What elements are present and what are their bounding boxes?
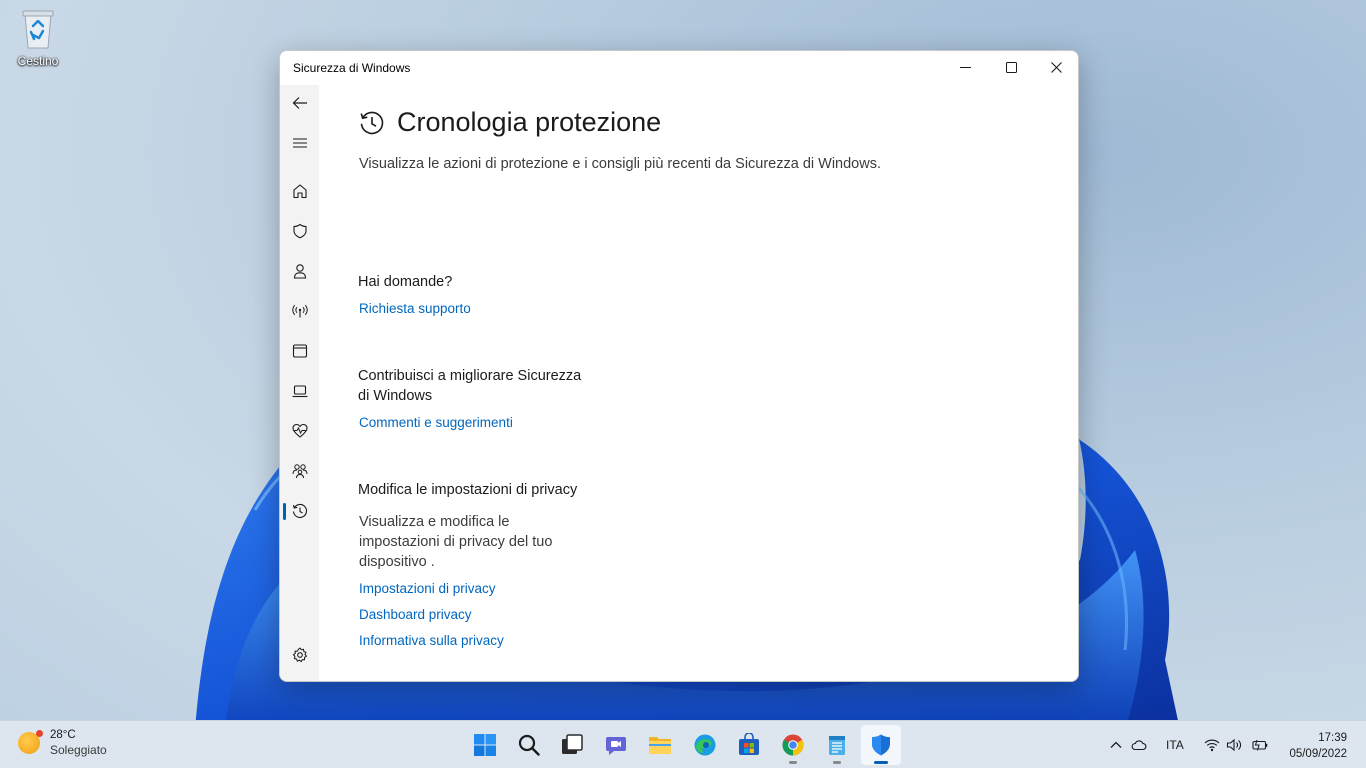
recycle-bin-icon: [19, 8, 57, 50]
teams-chat-button[interactable]: [596, 725, 636, 765]
questions-section-title: Hai domande?: [358, 274, 453, 290]
gear-icon: [292, 647, 307, 663]
running-indicator: [789, 761, 797, 764]
edge-icon: [694, 734, 716, 756]
start-button[interactable]: [465, 725, 505, 765]
main-content: Cronologia protezione Visualizza le azio…: [319, 85, 1078, 681]
nav-item-device-security[interactable]: [280, 375, 319, 407]
contribute-section-title: Contribuisci a migliorare Sicurezza di W…: [358, 368, 582, 404]
window-title: Sicurezza di Windows: [293, 61, 411, 75]
navigation-sidebar: [280, 85, 319, 681]
input-language-indicator[interactable]: ITA: [1166, 721, 1184, 768]
shield-icon: [292, 223, 307, 239]
running-indicator: [833, 761, 841, 764]
running-indicator: [874, 761, 888, 764]
maximize-icon: [1005, 61, 1017, 73]
nav-item-family-options[interactable]: [280, 455, 319, 487]
nav-item-firewall[interactable]: [280, 295, 319, 327]
store-icon: [739, 733, 759, 755]
onedrive-tray-button[interactable]: [1131, 721, 1147, 768]
notepad-icon: [829, 736, 845, 755]
minimize-button[interactable]: [942, 51, 988, 83]
home-icon: [292, 184, 307, 199]
chrome-icon: [782, 734, 804, 756]
feedback-link[interactable]: Commenti e suggerimenti: [359, 415, 513, 430]
minimize-icon: [959, 66, 971, 68]
teams-chat-icon: [606, 737, 626, 755]
volume-button[interactable]: [1226, 721, 1242, 768]
page-title: Cronologia protezione: [397, 107, 662, 137]
weather-widget[interactable]: 28°C Soleggiato: [18, 729, 107, 757]
nav-item-virus-protection[interactable]: [280, 215, 319, 247]
weather-temperature: 28°C: [50, 729, 76, 741]
close-button[interactable]: [1033, 51, 1078, 83]
edge-button[interactable]: [685, 725, 725, 765]
search-button[interactable]: [509, 725, 549, 765]
heart-pulse-icon: [291, 423, 308, 438]
network-button[interactable]: [1204, 721, 1220, 768]
history-icon: [292, 503, 307, 518]
taskbar: 28°C Soleggiato ITA 17:39 05/09/2022: [0, 720, 1366, 768]
task-view-icon: [562, 734, 583, 754]
family-icon: [292, 464, 307, 479]
person-icon: [293, 264, 306, 279]
privacy-statement-link[interactable]: Informativa sulla privacy: [359, 633, 504, 648]
support-request-link[interactable]: Richiesta supporto: [359, 301, 471, 316]
battery-button[interactable]: [1252, 721, 1268, 768]
clock[interactable]: 17:39 05/09/2022: [1289, 730, 1347, 762]
battery-charging-icon: [1252, 739, 1268, 751]
page-description: Visualizza le azioni di protezione e i c…: [359, 156, 881, 172]
search-icon: [518, 734, 540, 756]
clock-time: 17:39: [1318, 732, 1347, 744]
language-label: ITA: [1166, 738, 1184, 752]
windows-security-window: Sicurezza di Windows Cronologia protezio…: [279, 50, 1079, 682]
privacy-dashboard-link[interactable]: Dashboard privacy: [359, 607, 472, 622]
maximize-button[interactable]: [988, 51, 1034, 83]
microsoft-store-button[interactable]: [729, 725, 769, 765]
weather-condition: Soleggiato: [50, 743, 107, 757]
windows-security-icon: [872, 734, 890, 756]
privacy-settings-link[interactable]: Impostazioni di privacy: [359, 581, 496, 596]
notepad-button[interactable]: [817, 725, 857, 765]
chevron-up-icon: [1110, 741, 1122, 748]
page-header: Cronologia protezione: [359, 107, 661, 138]
nav-item-protection-history[interactable]: [280, 495, 319, 527]
chrome-button[interactable]: [773, 725, 813, 765]
show-hidden-icons-button[interactable]: [1108, 721, 1124, 768]
nav-item-account-protection[interactable]: [280, 255, 319, 287]
privacy-section-text: Visualizza e modifica le impostazioni di…: [359, 514, 553, 570]
nav-item-home[interactable]: [280, 175, 319, 207]
antenna-icon: [291, 304, 308, 318]
hamburger-icon: [292, 138, 307, 148]
start-icon: [474, 734, 496, 756]
privacy-section-title: Modifica le impostazioni di privacy: [358, 482, 578, 498]
recycle-bin-label: Cestino: [17, 54, 59, 68]
history-icon: [360, 111, 384, 134]
clock-date: 05/09/2022: [1289, 748, 1347, 760]
wifi-icon: [1204, 739, 1220, 752]
file-explorer-icon: [649, 737, 671, 754]
close-icon: [1050, 61, 1062, 73]
cloud-icon: [1131, 740, 1147, 751]
nav-back-button[interactable]: [280, 87, 319, 119]
windows-security-taskbar-button[interactable]: [861, 725, 901, 765]
speaker-icon: [1226, 738, 1241, 752]
file-explorer-button[interactable]: [640, 725, 680, 765]
laptop-icon: [292, 385, 307, 398]
title-bar[interactable]: Sicurezza di Windows: [280, 51, 1078, 85]
nav-item-device-health[interactable]: [280, 415, 319, 447]
nav-menu-button[interactable]: [280, 127, 319, 159]
nav-item-settings[interactable]: [280, 639, 319, 671]
task-view-button[interactable]: [552, 725, 592, 765]
back-arrow-icon: [292, 97, 307, 109]
sunny-icon: [18, 730, 43, 754]
recycle-bin-shortcut[interactable]: Cestino: [10, 8, 66, 68]
nav-item-app-browser-control[interactable]: [280, 335, 319, 367]
app-window-icon: [292, 344, 307, 358]
